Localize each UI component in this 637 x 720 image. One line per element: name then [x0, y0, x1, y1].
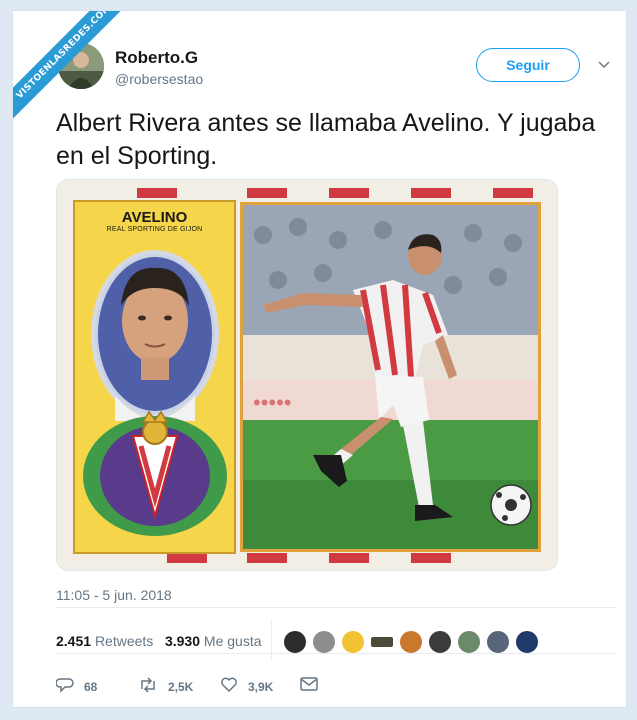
message-button[interactable] [300, 677, 318, 694]
engagement-stats: 2.451 Retweets 3.930 Me gusta [56, 633, 262, 649]
tweet-card: VISTOENLASREDES.COM Roberto.G @robersest… [12, 10, 627, 708]
sticker-left-panel: AVELINO REAL SPORTING DE GIJON [73, 200, 236, 554]
liker-avatar[interactable] [428, 630, 452, 654]
follow-button[interactable]: Seguir [476, 48, 580, 82]
tweet-media[interactable]: AVELINO REAL SPORTING DE GIJON ••••• [56, 179, 558, 571]
player-portrait-image [83, 250, 227, 536]
retweets-label[interactable]: Retweets [95, 633, 153, 649]
watermark-text: VISTOENLASREDES.COM [13, 11, 139, 127]
liker-avatar[interactable] [399, 630, 423, 654]
border-stripe [329, 188, 369, 198]
retweet-icon [138, 677, 158, 696]
border-stripe [247, 553, 287, 563]
liker-avatar[interactable] [312, 630, 336, 654]
border-stripe [329, 553, 369, 563]
border-stripe [411, 188, 451, 198]
liker-avatar[interactable] [370, 636, 394, 648]
watermark-ribbon: VISTOENLASREDES.COM [13, 11, 153, 151]
liker-avatar[interactable] [341, 630, 365, 654]
likes-label[interactable]: Me gusta [204, 633, 262, 649]
divider [56, 653, 616, 654]
player-action-photo: ••••• [240, 202, 541, 552]
border-stripe [247, 188, 287, 198]
border-stripe [137, 188, 177, 198]
retweet-button[interactable]: 2,5K [138, 677, 193, 696]
reply-icon [55, 677, 74, 696]
reply-count: 68 [84, 679, 98, 694]
liker-avatar[interactable] [457, 630, 481, 654]
svg-text:•••••: ••••• [253, 390, 292, 415]
chevron-down-icon[interactable] [598, 56, 610, 72]
like-icon [220, 677, 238, 696]
liker-avatar[interactable] [486, 630, 510, 654]
like-count: 3,9K [248, 679, 274, 694]
liker-avatar[interactable] [283, 630, 307, 654]
divider [56, 607, 616, 608]
reply-button[interactable]: 68 [55, 677, 98, 696]
retweets-count[interactable]: 2.451 [56, 633, 91, 649]
likes-count[interactable]: 3.930 [165, 633, 200, 649]
border-stripe [411, 553, 451, 563]
like-button[interactable]: 3,9K [220, 677, 273, 696]
border-stripe [493, 188, 533, 198]
player-name: AVELINO [121, 209, 188, 226]
message-icon [300, 677, 318, 694]
liker-avatar[interactable] [515, 630, 539, 654]
retweet-count: 2,5K [168, 679, 194, 694]
tweet-timestamp[interactable]: 11:05 - 5 jun. 2018 [56, 587, 172, 603]
club-name: REAL SPORTING DE GIJON [106, 226, 203, 233]
